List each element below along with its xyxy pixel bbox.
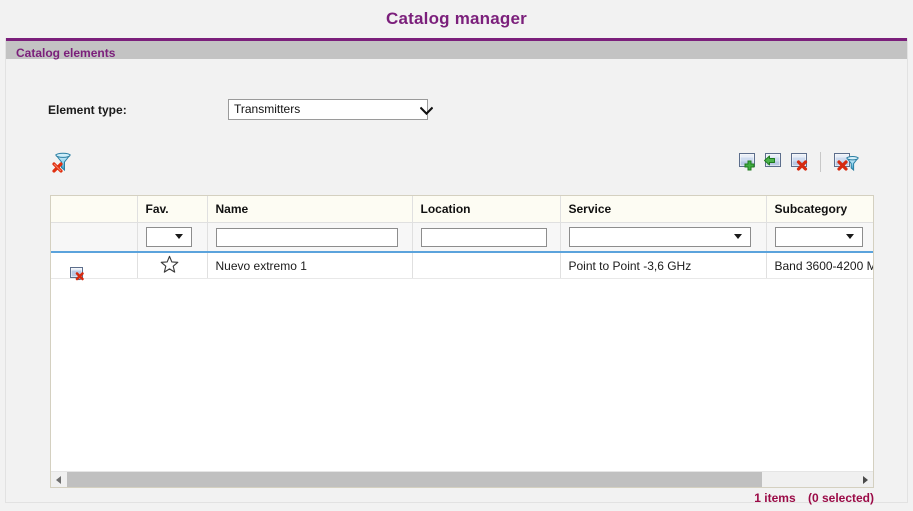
column-header-actions [51,196,138,223]
row-name-cell[interactable]: Nuevo extremo 1 [207,252,413,279]
row-location-cell[interactable] [412,252,561,279]
filter-cell-service [560,222,767,253]
selected-count-label: (0 selected) [807,491,874,505]
catalog-table: Fav. Name Location Service Subcategory N… [51,196,873,284]
add-element-icon[interactable] [737,152,757,175]
element-type-label: Element type: [48,103,127,117]
grid-footer: 1 items (0 selected) [50,491,874,505]
grid-viewport: Fav. Name Location Service Subcategory N… [51,196,873,472]
panel-body: Element type: Transmitters Fav. Name Loc… [6,59,907,505]
row-fav-cell[interactable] [137,252,208,279]
catalog-elements-panel: Catalog elements Element type: Transmitt… [5,38,908,505]
column-header-fav[interactable]: Fav. [137,196,208,223]
element-type-selected-value: Transmitters [234,102,301,116]
grid-toolbar-right-group [734,152,860,175]
table-filter-row [51,222,873,253]
table-row[interactable]: Nuevo extremo 1 Point to Point -3,6 GHz … [51,252,873,284]
column-header-location[interactable]: Location [412,196,561,223]
clear-filter-icon[interactable] [51,151,73,175]
scroll-right-arrow-icon[interactable] [857,472,873,487]
filter-cell-name [207,222,413,253]
page-title: Catalog manager [386,9,527,28]
delete-filtered-icon[interactable] [833,152,860,175]
filter-cell-actions [51,222,138,253]
toolbar-separator [819,152,821,172]
filter-cell-fav [137,222,208,253]
filter-location-input[interactable] [420,227,547,247]
chevron-down-icon [733,234,742,239]
scroll-left-arrow-icon[interactable] [51,472,67,487]
column-header-subcategory[interactable]: Subcategory [766,196,873,223]
import-element-icon[interactable] [763,152,783,175]
element-type-row: Element type: Transmitters [6,99,907,125]
filter-service-select[interactable] [568,227,751,247]
grid-horizontal-scrollbar[interactable] [51,471,873,487]
item-count-label: 1 items [754,491,796,505]
chevron-down-icon [174,234,183,239]
star-outline-icon[interactable] [160,255,207,277]
filter-name-input[interactable] [215,227,398,247]
grid-toolbar [6,149,907,181]
column-header-service[interactable]: Service [560,196,767,223]
filter-fav-select[interactable] [145,227,192,247]
row-service-cell[interactable]: Point to Point -3,6 GHz [560,252,767,279]
column-header-name[interactable]: Name [207,196,413,223]
row-actions-cell [51,252,138,284]
element-type-select[interactable]: Transmitters [228,99,434,120]
panel-header-title: Catalog elements [6,38,907,60]
scrollbar-thumb[interactable] [67,472,762,487]
row-subcategory-cell[interactable]: Band 3600-4200 M [766,252,873,279]
filter-subcategory-select[interactable] [774,227,863,247]
filter-cell-subcategory [766,222,873,253]
catalog-elements-grid: Fav. Name Location Service Subcategory N… [50,195,874,488]
filter-cell-location [412,222,561,253]
row-delete-icon[interactable] [69,266,86,284]
table-header-row: Fav. Name Location Service Subcategory [51,196,873,223]
chevron-down-icon [845,234,854,239]
delete-element-icon[interactable] [789,152,809,175]
